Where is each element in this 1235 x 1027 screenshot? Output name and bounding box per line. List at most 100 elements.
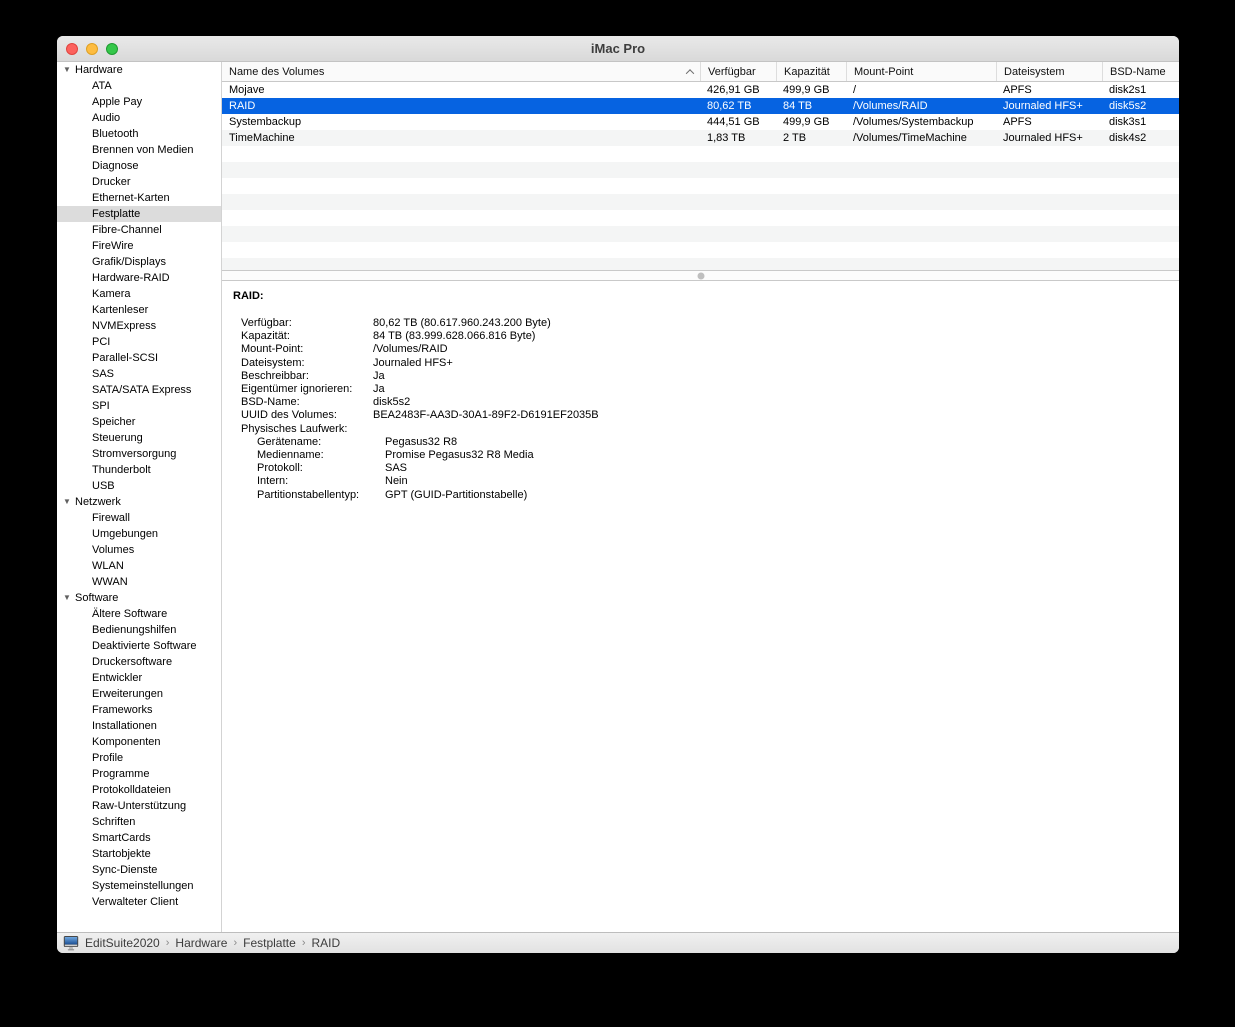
table-empty-area[interactable] (222, 146, 1179, 270)
cell-bsd-name: disk3s1 (1109, 116, 1147, 128)
volume-row-mojave[interactable]: Mojave 426,91 GB 499,9 GB / APFS disk2s1 (222, 82, 1179, 98)
sidebar-item-raw-unterstützung[interactable]: Raw-Unterstützung (57, 798, 221, 814)
sidebar-item-brennen-von-medien[interactable]: Brennen von Medien (57, 142, 221, 158)
detail-field-value: Promise Pegasus32 R8 Media (385, 449, 534, 462)
sidebar-item-entwickler[interactable]: Entwickler (57, 670, 221, 686)
sidebar-item-spi[interactable]: SPI (57, 398, 221, 414)
sidebar-item-sas[interactable]: SAS (57, 366, 221, 382)
column-header-mount-point[interactable]: Mount-Point (846, 62, 996, 81)
sidebar-item-usb[interactable]: USB (57, 478, 221, 494)
sidebar-item-verwalteter-client[interactable]: Verwalteter Client (57, 894, 221, 910)
sidebar-item-apple-pay[interactable]: Apple Pay (57, 94, 221, 110)
sidebar-item-volumes[interactable]: Volumes (57, 542, 221, 558)
disclosure-triangle-icon[interactable]: ▼ (63, 590, 75, 606)
column-header-dateisystem[interactable]: Dateisystem (996, 62, 1102, 81)
detail-field-mount-point: Mount-Point: /Volumes/RAID (233, 343, 1168, 356)
volume-row-timemachine[interactable]: TimeMachine 1,83 TB 2 TB/Volumes/TimeMachi… (222, 130, 1179, 146)
column-header-name-des-volumes[interactable]: Name des Volumes (222, 62, 700, 81)
sidebar-item-erweiterungen[interactable]: Erweiterungen (57, 686, 221, 702)
cell-kapazität: 84 TB (783, 100, 813, 112)
sidebar-section-software[interactable]: ▼ Software (57, 590, 221, 606)
sidebar-item-bluetooth[interactable]: Bluetooth (57, 126, 221, 142)
volume-row-raid[interactable]: RAID 80,62 TB 84 TB/Volumes/RAID Journaled … (222, 98, 1179, 114)
sidebar-item-ältere-software[interactable]: Ältere Software (57, 606, 221, 622)
detail-field-protokoll: Protokoll: SAS (233, 462, 1168, 475)
breadcrumb-separator: › (233, 937, 238, 949)
sidebar-item-frameworks[interactable]: Frameworks (57, 702, 221, 718)
sidebar-item-sync-dienste[interactable]: Sync-Dienste (57, 862, 221, 878)
sidebar-item-stromversorgung[interactable]: Stromversorgung (57, 446, 221, 462)
sidebar-section-netzwerk[interactable]: ▼ Netzwerk (57, 494, 221, 510)
column-header-verfügbar[interactable]: Verfügbar (700, 62, 776, 81)
detail-field-value: /Volumes/RAID (373, 343, 448, 356)
sidebar-item-ethernet-karten[interactable]: Ethernet-Karten (57, 190, 221, 206)
detail-field-kapazität: Kapazität: 84 TB (83.999.628.066.816 Byte… (233, 330, 1168, 343)
cell-kapazität: 499,9 GB (783, 116, 830, 128)
sidebar-item-umgebungen[interactable]: Umgebungen (57, 526, 221, 542)
column-header-bsd-name[interactable]: BSD-Name (1102, 62, 1179, 81)
cell-mount-point: /Volumes/RAID (853, 100, 928, 112)
sidebar-item-wwan[interactable]: WWAN (57, 574, 221, 590)
sidebar-item-ata[interactable]: ATA (57, 78, 221, 94)
volumes-table-body: Mojave 426,91 GB 499,9 GB / APFS disk2s1 RAID 8… (222, 82, 1179, 146)
sidebar-item-protokolldateien[interactable]: Protokolldateien (57, 782, 221, 798)
sidebar-item-firewall[interactable]: Firewall (57, 510, 221, 526)
sidebar-item-speicher[interactable]: Speicher (57, 414, 221, 430)
cell-name-des-volumes: Systembackup (229, 116, 302, 128)
cell-bsd-name: disk4s2 (1109, 132, 1147, 144)
sidebar-item-firewire[interactable]: FireWire (57, 238, 221, 254)
sidebar-item-sata-sata-express[interactable]: SATA/SATA Express (57, 382, 221, 398)
cell-verfügbar: 444,51 GB (707, 116, 760, 128)
sidebar-item-thunderbolt[interactable]: Thunderbolt (57, 462, 221, 478)
detail-field-label: Verfügbar: (241, 317, 292, 329)
sidebar-item-druckersoftware[interactable]: Druckersoftware (57, 654, 221, 670)
disclosure-triangle-icon[interactable]: ▼ (63, 62, 75, 78)
detail-field-value: Journaled HFS+ (373, 356, 453, 369)
sidebar-item-audio[interactable]: Audio (57, 110, 221, 126)
sidebar-item-komponenten[interactable]: Komponenten (57, 734, 221, 750)
sidebar-item-grafik-displays[interactable]: Grafik/Displays (57, 254, 221, 270)
sidebar-item-profile[interactable]: Profile (57, 750, 221, 766)
cell-mount-point: /Volumes/TimeMachine (853, 132, 967, 144)
sidebar-item-steuerung[interactable]: Steuerung (57, 430, 221, 446)
sidebar-item-nvmexpress[interactable]: NVMExpress (57, 318, 221, 334)
sidebar-item-kamera[interactable]: Kamera (57, 286, 221, 302)
sidebar-item-deaktivierte-software[interactable]: Deaktivierte Software (57, 638, 221, 654)
sidebar-section-hardware[interactable]: ▼ Hardware (57, 62, 221, 78)
detail-field-value: SAS (385, 462, 408, 475)
detail-field-value: BEA2483F-AA3D-30A1-89F2-D6191EF2035B (373, 409, 599, 422)
cell-name-des-volumes: RAID (229, 100, 256, 112)
sidebar-item-bedienungshilfen[interactable]: Bedienungshilfen (57, 622, 221, 638)
sidebar-item-wlan[interactable]: WLAN (57, 558, 221, 574)
sidebar-item-installationen[interactable]: Installationen (57, 718, 221, 734)
system-information-window: iMac Pro ▼ Hardware ATA Apple Pay Audio Bluet… (57, 36, 1179, 953)
volume-row-systembackup[interactable]: Systembackup 444,51 GB 499,9 GB/Volumes/Sy… (222, 114, 1179, 130)
pane-splitter[interactable] (222, 270, 1179, 281)
sidebar-item-kartenleser[interactable]: Kartenleser (57, 302, 221, 318)
detail-field-value: Nein (385, 475, 408, 488)
sidebar-item-systemeinstellungen[interactable]: Systemeinstellungen (57, 878, 221, 894)
sidebar-item-hardware-raid[interactable]: Hardware-RAID (57, 270, 221, 286)
disclosure-triangle-icon[interactable]: ▼ (63, 494, 75, 510)
column-header-kapazität[interactable]: Kapazität (776, 62, 846, 81)
cell-mount-point: / (853, 84, 857, 96)
sidebar-item-schriften[interactable]: Schriften (57, 814, 221, 830)
sidebar-item-festplatte[interactable]: Festplatte (57, 206, 221, 222)
sidebar-item-drucker[interactable]: Drucker (57, 174, 221, 190)
sidebar-item-pci[interactable]: PCI (57, 334, 221, 350)
sidebar-item-startobjekte[interactable]: Startobjekte (57, 846, 221, 862)
cell-dateisystem: Journaled HFS+ (1003, 100, 1083, 112)
sidebar-item-fibre-channel[interactable]: Fibre-Channel (57, 222, 221, 238)
detail-field-label: Physisches Laufwerk: (241, 422, 348, 435)
column-header-label: Name des Volumes (229, 65, 325, 78)
breadcrumb-item-festplatte: Festplatte (243, 936, 296, 950)
splitter-handle-icon[interactable] (697, 272, 704, 279)
detail-field-gerätename: Gerätename: Pegasus32 R8 (233, 436, 1168, 449)
sidebar-item-diagnose[interactable]: Diagnose (57, 158, 221, 174)
sidebar-item-parallel-scsi[interactable]: Parallel-SCSI (57, 350, 221, 366)
sidebar-item-smartcards[interactable]: SmartCards (57, 830, 221, 846)
detail-field-label: Mount-Point: (241, 343, 304, 356)
sidebar-section-label: Hardware (75, 64, 123, 76)
detail-field-label: Medienname: (257, 449, 324, 462)
sidebar-item-programme[interactable]: Programme (57, 766, 221, 782)
